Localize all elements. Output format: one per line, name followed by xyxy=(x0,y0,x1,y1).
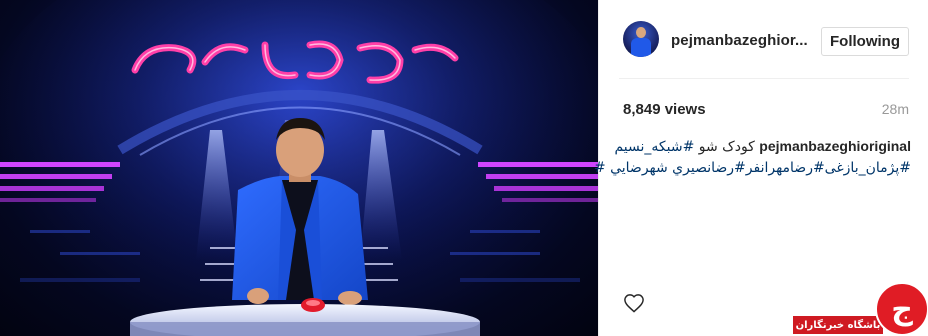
watermark-logo: ج xyxy=(875,282,928,336)
watermark-label: باشگاه خبرنگاران xyxy=(793,316,883,334)
following-button[interactable]: Following xyxy=(821,27,909,56)
post-username[interactable]: pejmanbazeghior... xyxy=(671,32,808,49)
caption-username[interactable]: pejmanbazeghioriginal xyxy=(759,138,911,154)
post-time[interactable]: 28m xyxy=(882,101,909,117)
media-frame-illustration xyxy=(0,0,598,336)
post-media[interactable] xyxy=(0,0,598,336)
caption-hashtags[interactable]: #پژمان_بازغی#رضامهرانفر#رضانصیري شهرضایي… xyxy=(594,158,911,179)
heart-outline-icon[interactable] xyxy=(623,293,645,313)
header-divider xyxy=(619,78,909,79)
caption-hashtag[interactable]: #شبکه_نسیم xyxy=(614,139,694,155)
caption-text: کودک شو xyxy=(694,139,755,155)
post-header: pejmanbazeghior... Following xyxy=(599,0,928,78)
view-count: 8,849 views xyxy=(623,101,706,118)
post-panel: pejmanbazeghior... Following 8,849 views… xyxy=(594,0,928,336)
post-caption: pejmanbazeghioriginal کودک شو #شبکه_نسیم… xyxy=(594,136,911,179)
avatar[interactable] xyxy=(623,21,659,57)
